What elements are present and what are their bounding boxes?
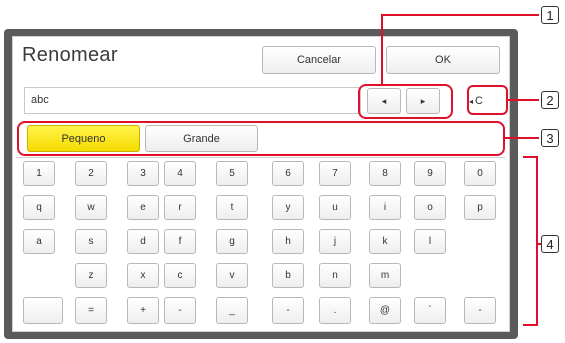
key[interactable]: 1 xyxy=(23,161,55,186)
key[interactable]: h xyxy=(272,229,304,254)
key[interactable]: v xyxy=(216,263,248,288)
callout-line-2 xyxy=(507,99,539,101)
key[interactable]: u xyxy=(319,195,351,220)
key[interactable]: o xyxy=(414,195,446,220)
callout-line-1-vertical xyxy=(381,14,383,85)
key[interactable]: t xyxy=(216,195,248,220)
callout-number-4: 4 xyxy=(541,235,559,253)
key[interactable]: b xyxy=(272,263,304,288)
key[interactable]: 6 xyxy=(272,161,304,186)
key[interactable]: n xyxy=(319,263,351,288)
ok-button[interactable]: OK xyxy=(386,46,500,74)
callout-number-3: 3 xyxy=(541,129,559,147)
key[interactable]: i xyxy=(369,195,401,220)
key[interactable]: x xyxy=(127,263,159,288)
key[interactable]: = xyxy=(75,297,107,324)
key[interactable]: - xyxy=(272,297,304,324)
key[interactable]: y xyxy=(272,195,304,220)
callout-number-2: 2 xyxy=(541,91,559,109)
callout-number-1: 1 xyxy=(541,6,559,24)
name-input[interactable]: abc xyxy=(24,87,361,114)
key[interactable]: r xyxy=(164,195,196,220)
space-key[interactable] xyxy=(23,297,63,324)
key[interactable]: 8 xyxy=(369,161,401,186)
key[interactable]: a xyxy=(23,229,55,254)
key[interactable]: w xyxy=(75,195,107,220)
key[interactable]: p xyxy=(464,195,496,220)
callout-box-3 xyxy=(17,121,505,156)
key[interactable]: d xyxy=(127,229,159,254)
key[interactable]: _ xyxy=(216,297,248,324)
callout-box-2 xyxy=(467,85,508,115)
divider xyxy=(16,157,505,158)
key[interactable]: g xyxy=(216,229,248,254)
key[interactable]: 3 xyxy=(127,161,159,186)
callout-line-1-horizontal xyxy=(381,14,539,16)
key[interactable]: q xyxy=(23,195,55,220)
key[interactable]: . xyxy=(319,297,351,324)
key[interactable]: - xyxy=(164,297,196,324)
key[interactable]: f xyxy=(164,229,196,254)
key[interactable]: j xyxy=(319,229,351,254)
key[interactable]: 7 xyxy=(319,161,351,186)
key[interactable]: @ xyxy=(369,297,401,324)
key[interactable]: + xyxy=(127,297,159,324)
key[interactable]: - xyxy=(464,297,496,324)
key[interactable]: 0 xyxy=(464,161,496,186)
key[interactable]: 5 xyxy=(216,161,248,186)
callout-line-3 xyxy=(505,137,539,139)
key[interactable]: s xyxy=(75,229,107,254)
key[interactable]: e xyxy=(127,195,159,220)
dialog-title: Renomear xyxy=(22,44,118,66)
key[interactable]: k xyxy=(369,229,401,254)
key[interactable]: 4 xyxy=(164,161,196,186)
key[interactable]: m xyxy=(369,263,401,288)
key[interactable]: c xyxy=(164,263,196,288)
cancel-button[interactable]: Cancelar xyxy=(262,46,376,74)
callout-box-1 xyxy=(358,84,453,119)
key[interactable]: l xyxy=(414,229,446,254)
key[interactable]: ` xyxy=(414,297,446,324)
key[interactable]: 9 xyxy=(414,161,446,186)
callout-bracket-4 xyxy=(523,156,538,326)
key[interactable]: z xyxy=(75,263,107,288)
key[interactable]: 2 xyxy=(75,161,107,186)
